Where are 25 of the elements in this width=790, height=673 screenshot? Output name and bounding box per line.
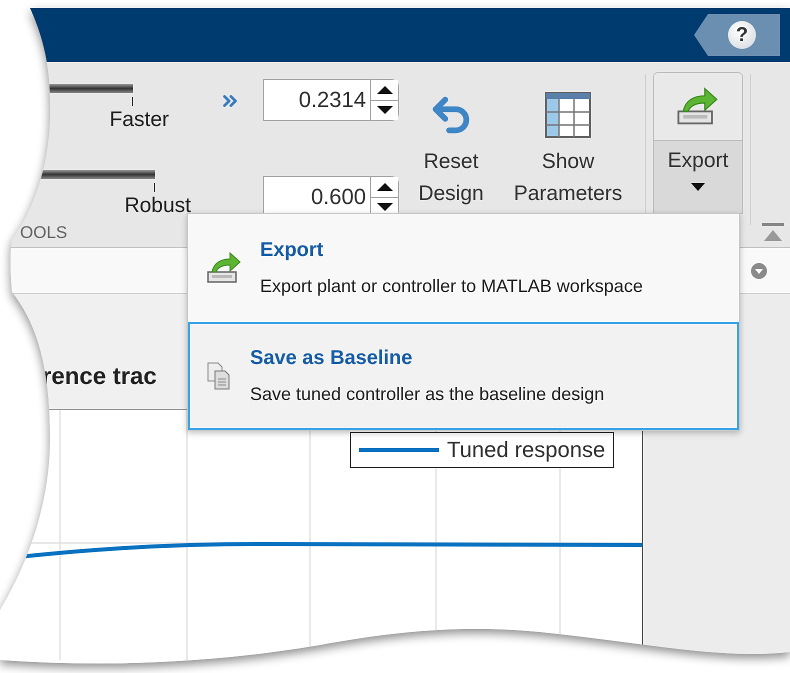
section-label: OOLS bbox=[20, 223, 68, 243]
menu-item-title: Export bbox=[260, 239, 324, 262]
toolbar-button[interactable]: Reset Design bbox=[413, 84, 489, 214]
dropdown-icon[interactable] bbox=[750, 262, 768, 280]
caret-icon bbox=[691, 183, 705, 191]
number-spinner[interactable]: 0.2314 bbox=[263, 79, 399, 121]
menu-item[interactable]: Export Export plant or controller to MATLAB workspace bbox=[188, 214, 739, 322]
spin-up-button[interactable] bbox=[371, 177, 398, 198]
menu-item-title: Save as Baseline bbox=[250, 347, 414, 370]
export-icon-button[interactable] bbox=[654, 73, 742, 141]
menu-item[interactable]: Save as Baseline Save tuned controller as the baseline design bbox=[188, 322, 739, 430]
export-split-button[interactable]: Export bbox=[653, 72, 743, 214]
collapse-icon[interactable] bbox=[762, 223, 784, 243]
menu-item-description: Save tuned controller as the baseline design bbox=[250, 384, 604, 405]
help-button[interactable]: ? bbox=[694, 14, 780, 56]
copy-icon bbox=[206, 361, 232, 391]
menu-item-description: Export plant or controller to MATLAB workspace bbox=[260, 276, 643, 297]
slider-label: Faster bbox=[109, 108, 169, 132]
export-menu-button[interactable]: Export bbox=[654, 141, 742, 213]
export-icon bbox=[206, 250, 242, 286]
legend-label: Tuned response bbox=[447, 437, 606, 463]
slider-label: Robust bbox=[124, 194, 191, 218]
table-icon bbox=[545, 92, 591, 138]
toolbar-button[interactable]: Show Parameters bbox=[507, 84, 629, 214]
spin-up-button[interactable] bbox=[371, 80, 398, 100]
